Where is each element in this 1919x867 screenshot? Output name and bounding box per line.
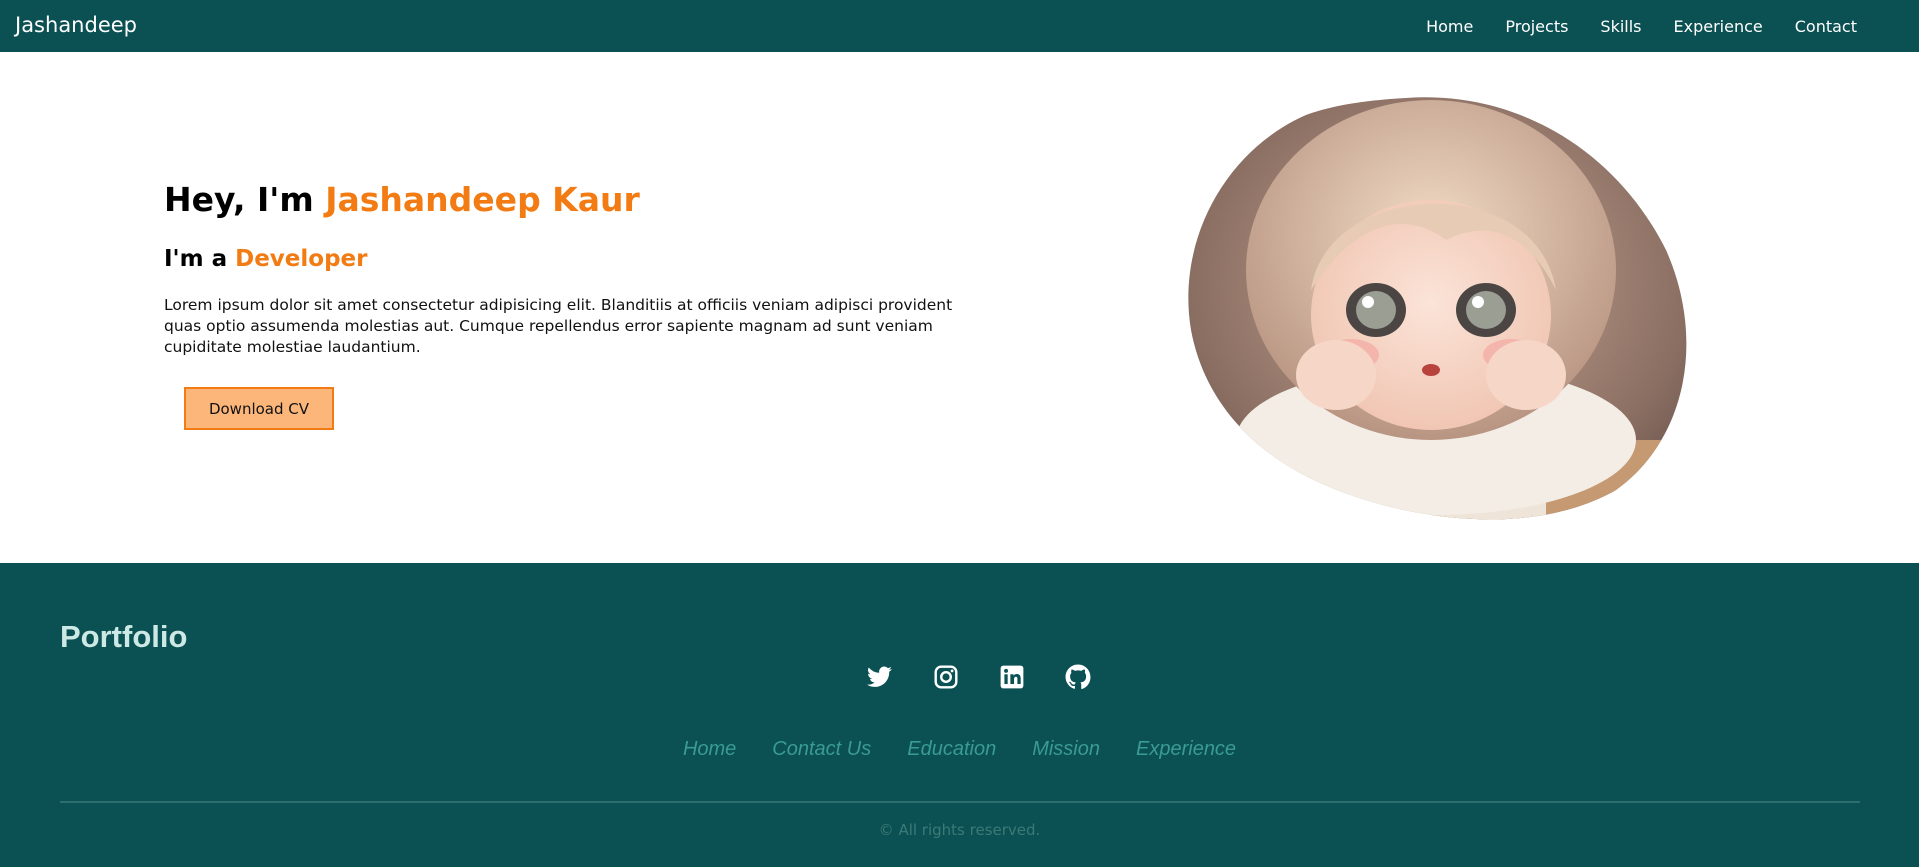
footer-link-education[interactable]: Education: [907, 738, 996, 761]
social-links: [866, 663, 1092, 691]
nav-link-home[interactable]: Home: [1426, 17, 1473, 36]
brand-logo[interactable]: Jashandeep: [15, 13, 137, 37]
hero-description: Lorem ipsum dolor sit amet consectetur a…: [164, 296, 953, 356]
hero-section: Hey, I'm Jashandeep Kaur I'm a Developer…: [0, 52, 1919, 563]
nav-link-contact[interactable]: Contact: [1795, 17, 1857, 36]
footer-link-mission[interactable]: Mission: [1032, 738, 1100, 761]
hero-subtitle: I'm a Developer: [164, 246, 367, 272]
nav-link-projects[interactable]: Projects: [1505, 17, 1568, 36]
footer-title: Portfolio: [60, 619, 188, 654]
nav-link-skills[interactable]: Skills: [1600, 17, 1641, 36]
download-cv-button[interactable]: Download CV: [184, 387, 334, 430]
footer-links: Home Contact Us Education Mission Experi…: [0, 738, 1919, 761]
hero-title: Hey, I'm Jashandeep Kaur: [164, 180, 640, 219]
footer-link-experience[interactable]: Experience: [1136, 738, 1236, 761]
hero-name: Jashandeep Kaur: [325, 180, 640, 219]
footer-divider: [60, 801, 1860, 803]
twitter-icon[interactable]: [866, 663, 894, 691]
footer-link-home[interactable]: Home: [683, 738, 736, 761]
greeting-prefix: Hey, I'm: [164, 180, 326, 219]
role-prefix: I'm a: [164, 246, 236, 272]
linkedin-icon[interactable]: [998, 663, 1026, 691]
nav-link-experience[interactable]: Experience: [1674, 17, 1763, 36]
hero-role: Developer: [235, 246, 368, 272]
copyright-text: © All rights reserved.: [878, 821, 1041, 839]
github-icon[interactable]: [1064, 663, 1092, 691]
nav-links: Home Projects Skills Experience Contact: [1394, 0, 1857, 52]
navbar: Jashandeep Home Projects Skills Experien…: [0, 0, 1919, 52]
footer-link-contact-us[interactable]: Contact Us: [772, 738, 871, 761]
footer: Portfolio Home Contact Us Education Miss…: [0, 563, 1919, 867]
avatar-illustration: [1186, 90, 1694, 522]
instagram-icon[interactable]: [932, 663, 960, 691]
